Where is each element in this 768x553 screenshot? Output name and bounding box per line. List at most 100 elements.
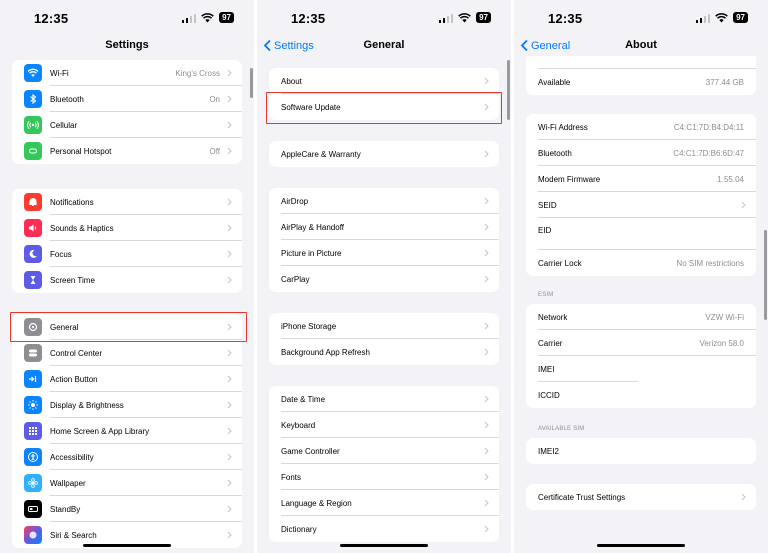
status-bar: 12:35 97 [0, 8, 254, 28]
general-row-game-controller[interactable]: Game Controller [269, 438, 499, 464]
general-row-picture-in-picture[interactable]: Picture in Picture [269, 240, 499, 266]
cellular-signal-icon [695, 13, 711, 23]
settings-row-notifications[interactable]: Notifications [12, 189, 242, 215]
battery-icon: 97 [219, 12, 234, 23]
settings-row-wallpaper[interactable]: Wallpaper [12, 470, 242, 496]
about-row-network: Network VZW Wi-Fi [538, 312, 756, 330]
wifi-status-icon [715, 12, 728, 22]
chevron-right-icon [227, 147, 232, 155]
about-row-carrier: Carrier Verizon 58.0 [538, 338, 756, 356]
settings-row-cellular[interactable]: Cellular [12, 112, 242, 138]
general-row-airdrop[interactable]: AirDrop [269, 188, 499, 214]
certificate-group: Certificate Trust Settings [526, 484, 756, 510]
general-row-iphone-storage[interactable]: iPhone Storage [269, 313, 499, 339]
chevron-right-icon [484, 447, 489, 455]
chevron-right-icon [484, 223, 489, 231]
cellular-icon [24, 116, 42, 134]
about-row-seid[interactable]: SEID [526, 192, 756, 218]
truncated-row [526, 56, 756, 69]
accessibility-icon [24, 448, 42, 466]
chevron-right-icon [227, 69, 232, 77]
general-row-dictionary[interactable]: Dictionary [269, 516, 499, 542]
settings-row-bluetooth[interactable]: Bluetooth On [12, 86, 242, 112]
chevron-right-icon [484, 150, 489, 158]
moon-icon [24, 245, 42, 263]
settings-row-focus[interactable]: Focus [12, 241, 242, 267]
settings-row-sounds-haptics[interactable]: Sounds & Haptics [12, 215, 242, 241]
wifi-status-icon [201, 12, 214, 22]
settings-row-wifi[interactable]: Wi-Fi King's Cross [12, 60, 242, 86]
action-icon [24, 370, 42, 388]
page-title: About [625, 39, 657, 51]
chevron-right-icon [484, 275, 489, 283]
settings-row-home-screen[interactable]: Home Screen & App Library [12, 418, 242, 444]
settings-screen: 12:35 97 Settings Wi-Fi King's Cross Blu… [0, 0, 254, 553]
chevron-right-icon [227, 198, 232, 206]
about-row-wifi-address: Wi-Fi Address C4:C1:7D:B4:D4:11 [538, 122, 756, 140]
toggles-icon [24, 344, 42, 362]
status-time: 12:35 [291, 11, 326, 26]
chevron-right-icon [227, 121, 232, 129]
network-info-group: Wi-Fi Address C4:C1:7D:B4:D4:11 Bluetoot… [526, 114, 756, 276]
chevron-right-icon [484, 421, 489, 429]
standby-icon [24, 500, 42, 518]
chevron-right-icon [227, 427, 232, 435]
applecare-group: AppleCare & Warranty [269, 141, 499, 167]
chevron-right-icon [484, 348, 489, 356]
home-indicator[interactable] [83, 544, 171, 547]
chevron-right-icon [227, 531, 232, 539]
settings-row-control-center[interactable]: Control Center [12, 340, 242, 366]
about-row-certificate-trust[interactable]: Certificate Trust Settings [526, 484, 756, 510]
status-bar: 12:35 97 [514, 8, 768, 28]
settings-row-display-brightness[interactable]: Display & Brightness [12, 392, 242, 418]
chevron-right-icon [227, 349, 232, 357]
general-row-carplay[interactable]: CarPlay [269, 266, 499, 292]
general-group: General Control Center Action Button Dis… [12, 314, 242, 548]
home-indicator[interactable] [340, 544, 428, 547]
grid-icon [24, 422, 42, 440]
general-row-keyboard[interactable]: Keyboard [269, 412, 499, 438]
settings-row-screen-time[interactable]: Screen Time [12, 267, 242, 293]
about-row-imei2: IMEI2 [538, 446, 559, 456]
scrollbar[interactable] [507, 60, 510, 120]
speaker-icon [24, 219, 42, 237]
about-row-bluetooth: Bluetooth C4:C1:7D:B6:6D:47 [538, 148, 756, 166]
bell-icon [24, 193, 42, 211]
general-row-background-app-refresh[interactable]: Background App Refresh [269, 339, 499, 365]
chevron-right-icon [227, 250, 232, 258]
notifications-group: Notifications Sounds & Haptics Focus Scr… [12, 189, 242, 293]
settings-row-standby[interactable]: StandBy [12, 496, 242, 522]
general-row-about[interactable]: About [269, 68, 499, 94]
page-title: Settings [105, 39, 149, 51]
available-sim-section-header: AVAILABLE SIM [538, 426, 585, 432]
general-row-applecare[interactable]: AppleCare & Warranty [269, 141, 499, 167]
chevron-right-icon [741, 201, 746, 209]
status-time: 12:35 [34, 11, 69, 26]
page-title: General [363, 39, 405, 51]
about-row-carrier-lock: Carrier Lock No SIM restrictions [538, 258, 744, 268]
scrollbar[interactable] [764, 230, 767, 320]
chevron-right-icon [484, 322, 489, 330]
about-row-modem-firmware: Modem Firmware 1.55.04 [538, 174, 756, 192]
chevron-right-icon [227, 401, 232, 409]
chevron-right-icon [227, 224, 232, 232]
sun-icon [24, 396, 42, 414]
settings-row-personal-hotspot[interactable]: Personal Hotspot Off [12, 138, 242, 164]
chevron-right-icon [227, 95, 232, 103]
general-row-language-region[interactable]: Language & Region [269, 490, 499, 516]
hotspot-icon [24, 142, 42, 160]
general-row-date-time[interactable]: Date & Time [269, 386, 499, 412]
home-indicator[interactable] [597, 544, 685, 547]
siri-icon [24, 526, 42, 544]
chevron-right-icon [484, 499, 489, 507]
scrollbar[interactable] [250, 68, 253, 98]
about-screen: 12:35 97 General About Available 377.44 … [514, 0, 768, 553]
cellular-signal-icon [181, 13, 197, 23]
general-row-airplay-handoff[interactable]: AirPlay & Handoff [269, 214, 499, 240]
chevron-right-icon [227, 276, 232, 284]
settings-row-accessibility[interactable]: Accessibility [12, 444, 242, 470]
settings-row-action-button[interactable]: Action Button [12, 366, 242, 392]
general-row-fonts[interactable]: Fonts [269, 464, 499, 490]
about-row-available: Available 377.44 GB [538, 77, 744, 87]
chevron-right-icon [484, 395, 489, 403]
